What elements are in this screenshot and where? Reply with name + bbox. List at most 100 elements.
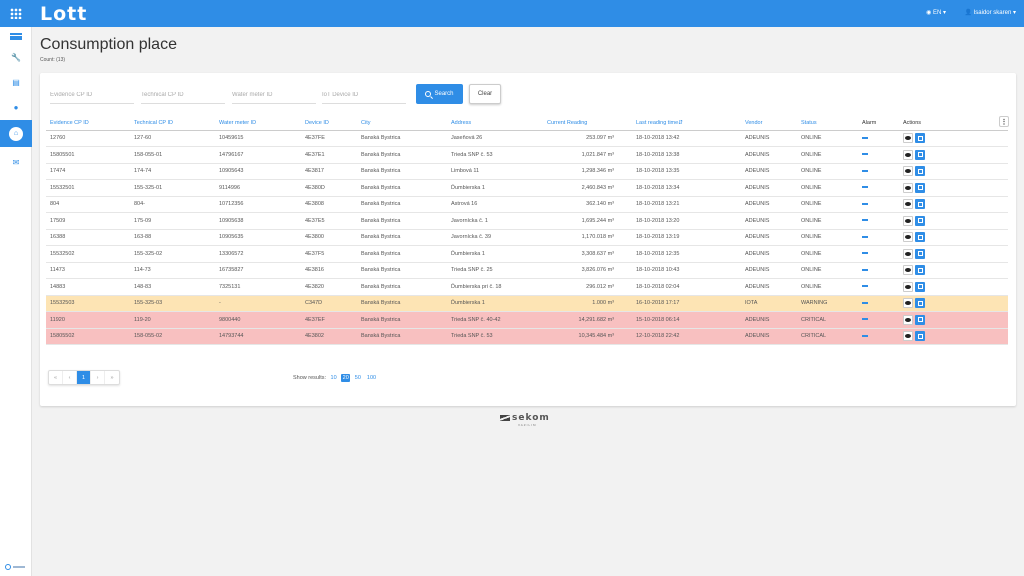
edit-icon[interactable] (915, 331, 925, 342)
search-button-label: Search (434, 91, 454, 97)
view-eye-icon[interactable] (903, 314, 913, 325)
reading-cell: 3,826.076 m³ (543, 262, 632, 279)
edit-icon[interactable] (915, 182, 925, 193)
evidence-cp-id-cell: 11920 (46, 311, 130, 329)
device-id-cell: 4E3817 (301, 163, 357, 180)
view-eye-icon[interactable] (903, 199, 913, 210)
reading-time-cell: 16-10-2018 17:17 (632, 295, 741, 312)
language-selector[interactable]: ◉ EN ▾ (926, 9, 946, 16)
page-next-button[interactable]: › (91, 371, 105, 384)
edit-icon[interactable] (915, 149, 925, 160)
view-eye-icon[interactable] (903, 298, 913, 309)
col-technical-cp-id[interactable]: Technical CP ID (130, 116, 215, 131)
view-eye-icon[interactable] (903, 248, 913, 259)
table-row[interactable]: 11473 114-73 16735827 4E3816 Banská Bystrica… (46, 262, 1008, 279)
col-water-meter-id[interactable]: Water meter ID (215, 116, 301, 131)
page-prev-button[interactable]: ‹ (63, 371, 77, 384)
table-row[interactable]: 15532501 155-325-01 9114996 4E380D Banská By… (46, 179, 1008, 197)
table-row[interactable]: 17509 175-09 10905638 4E37E5 Banská Bystrica… (46, 212, 1008, 230)
view-eye-icon[interactable] (903, 215, 913, 226)
water-meter-id-cell: 9800440 (215, 311, 301, 329)
results-option-10[interactable]: 10 (329, 374, 338, 382)
view-eye-icon[interactable] (903, 281, 913, 292)
col-status[interactable]: Status (797, 116, 858, 131)
page-first-button[interactable]: « (49, 371, 63, 384)
page-current-button[interactable]: 1 (77, 371, 91, 384)
table-row[interactable]: 14883 148-83 7325131 4E3820 Banská Bystrica Ď… (46, 278, 1008, 296)
table-row[interactable]: 15532503 155-325-03- C347D Banská Bystrica Ď… (46, 295, 1008, 312)
device-id-cell: 4E3816 (301, 262, 357, 279)
address-cell: Javornícka č. 1 (447, 212, 543, 230)
sidebar-item-tools[interactable]: 🔧 (0, 45, 32, 69)
sidebar-item-info[interactable]: ● (0, 95, 32, 119)
view-eye-icon[interactable] (903, 265, 913, 276)
table-row[interactable]: 15805502 158-055-02 14793744 4E3802 Banská B… (46, 328, 1008, 345)
results-option-50[interactable]: 50 (353, 374, 362, 382)
col-alarm: Alarm (858, 116, 899, 131)
edit-icon[interactable] (915, 232, 925, 243)
technical-cp-id-input[interactable] (141, 87, 225, 104)
results-option-20[interactable]: 20 (341, 374, 351, 382)
edit-icon[interactable] (915, 199, 925, 210)
reading-cell: 1,170.018 m³ (543, 229, 632, 246)
sidebar-item-reports[interactable]: ▤ (0, 70, 32, 94)
page-last-button[interactable]: » (105, 371, 119, 384)
status-cell: ONLINE (797, 212, 858, 230)
iot-device-id-input[interactable] (322, 87, 406, 104)
table-row[interactable]: 15805501 158-055-01 14796167 4E37E1 Banská B… (46, 146, 1008, 164)
table-row[interactable]: 17474 174-74 10905643 4E3817 Banská Bystrica… (46, 163, 1008, 180)
record-count: Count: (13) (40, 57, 66, 63)
col-device-id[interactable]: Device ID (301, 116, 357, 131)
edit-icon[interactable] (915, 166, 925, 177)
alarm-none-icon (862, 268, 868, 271)
table-row[interactable]: 12760 127-60 10459615 4E37FE Banská Bystrica… (46, 130, 1008, 147)
address-cell: Limbová 11 (447, 163, 543, 180)
brand-name: sekom (512, 413, 550, 423)
city-cell: Banská Bystrica (357, 130, 447, 147)
reading-cell: 1,021.847 m³ (543, 146, 632, 164)
device-id-cell: 4E37E1 (301, 146, 357, 164)
city-cell: Banská Bystrica (357, 196, 447, 213)
top-bar: Lott ◉ EN ▾ 👤 Isaidor skaren ▾ (0, 0, 1024, 27)
edit-icon[interactable] (915, 265, 925, 276)
user-menu[interactable]: 👤 Isaidor skaren ▾ (964, 9, 1016, 16)
clear-button[interactable]: Clear (469, 84, 501, 104)
evidence-cp-id-input[interactable] (50, 87, 134, 104)
col-city[interactable]: City (357, 116, 447, 131)
edit-icon[interactable] (915, 133, 925, 144)
col-current-reading[interactable]: Current Reading (543, 116, 632, 131)
city-cell: Banská Bystrica (357, 328, 447, 345)
app-logo[interactable]: Lott (40, 3, 87, 25)
alarm-none-icon (862, 301, 868, 304)
edit-icon[interactable] (915, 314, 925, 325)
water-meter-id-cell: 10905643 (215, 163, 301, 180)
apps-grid-icon[interactable] (0, 0, 32, 27)
view-eye-icon[interactable] (903, 133, 913, 144)
col-evidence-cp-id[interactable]: Evidence CP ID (46, 116, 130, 131)
reading-time-cell: 18-10-2018 13:20 (632, 212, 741, 230)
col-last-reading-time[interactable]: Last reading time⇵ (632, 116, 741, 131)
results-option-100[interactable]: 100 (365, 374, 377, 382)
view-eye-icon[interactable] (903, 331, 913, 342)
search-button[interactable]: Search (416, 84, 463, 104)
view-eye-icon[interactable] (903, 166, 913, 177)
water-meter-id-input[interactable] (232, 87, 316, 104)
actions-cell (899, 146, 1008, 164)
table-row[interactable]: 11920 119-20 9800440 4E37EF Banská Bystrica T… (46, 311, 1008, 329)
table-row[interactable]: 15532502 155-325-02 13306572 4E37F5 Banská B… (46, 245, 1008, 263)
view-eye-icon[interactable] (903, 149, 913, 160)
table-row[interactable]: 804 804- 10712356 4E3808 Banská Bystrica Astr… (46, 196, 1008, 213)
sidebar-item-consumption[interactable]: ⌂ (0, 120, 32, 147)
view-eye-icon[interactable] (903, 182, 913, 193)
view-eye-icon[interactable] (903, 232, 913, 243)
evidence-cp-id-cell: 11473 (46, 262, 130, 279)
edit-icon[interactable] (915, 281, 925, 292)
col-address[interactable]: Address (447, 116, 543, 131)
table-row[interactable]: 16388 163-88 10905635 4E3800 Banská Bystrica… (46, 229, 1008, 246)
sidebar-item-messages[interactable]: ✉ (0, 150, 32, 174)
edit-icon[interactable] (915, 215, 925, 226)
edit-icon[interactable] (915, 298, 925, 309)
col-vendor[interactable]: Vendor (741, 116, 797, 131)
actions-cell (899, 163, 1008, 180)
edit-icon[interactable] (915, 248, 925, 259)
